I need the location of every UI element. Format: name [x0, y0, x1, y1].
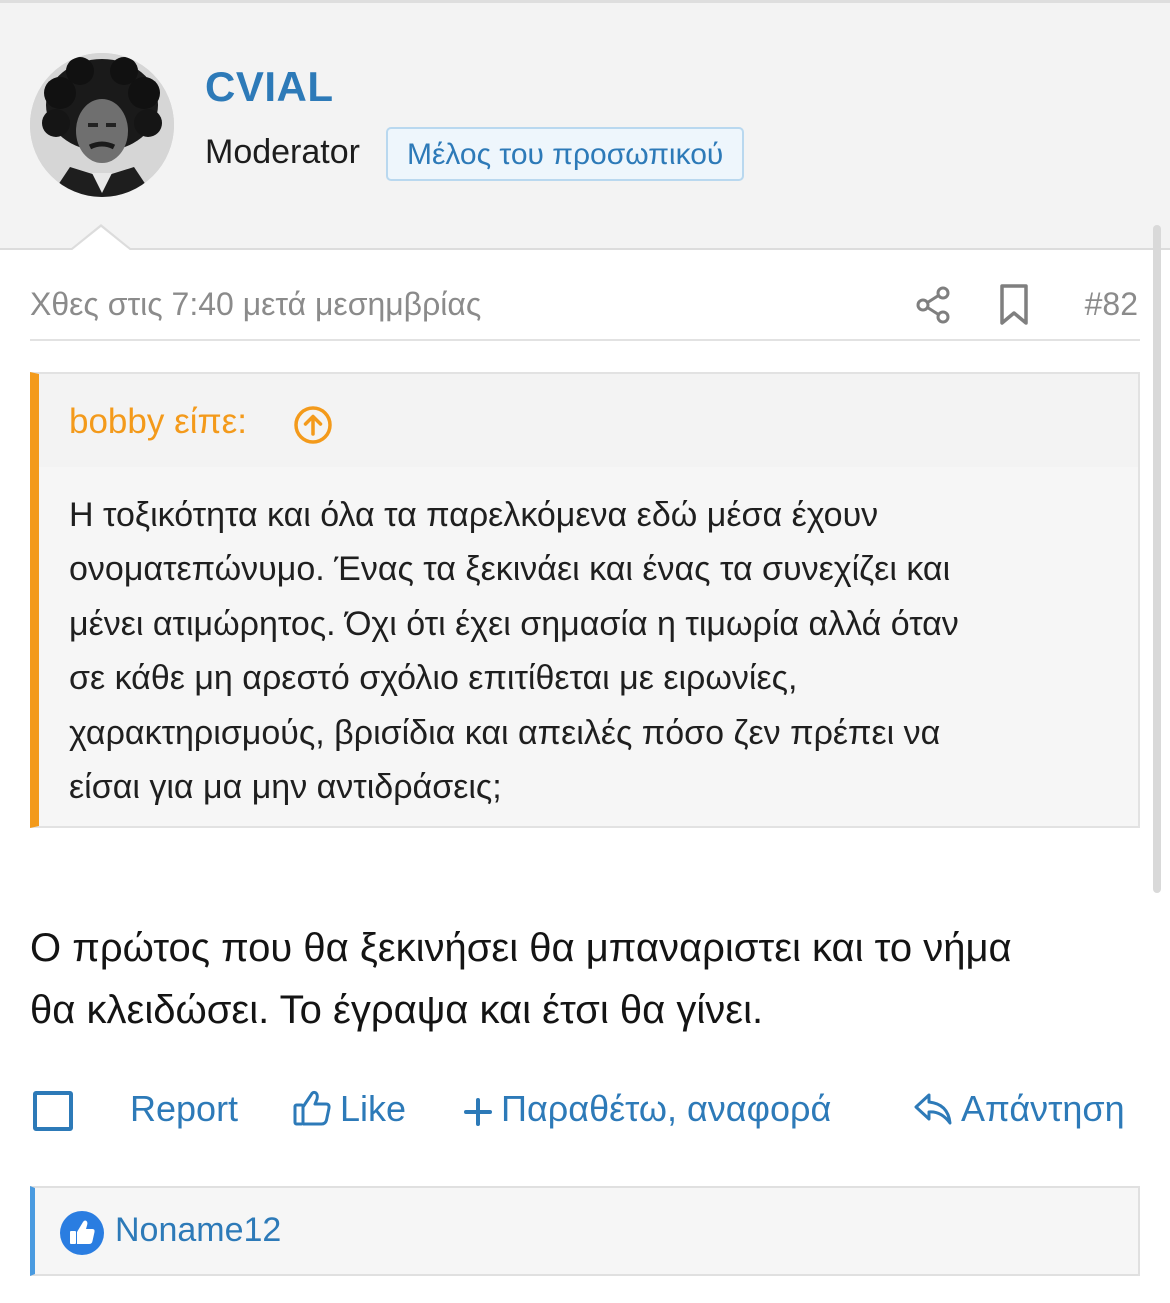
- quote-label: Παραθέτω, αναφορά: [501, 1088, 832, 1129]
- user-header: CVIAL Moderator Μέλος του προσωπικού: [0, 0, 1170, 250]
- quote-line: μένει ατιμώρητος. Όχι ότι έχει σημασία η…: [69, 604, 959, 643]
- header-pointer-fill: [71, 227, 131, 251]
- reply-arrow-icon: [914, 1093, 952, 1125]
- quote-reply-button[interactable]: Παραθέτω, αναφορά: [463, 1086, 831, 1132]
- post-body: Ο πρώτος που θα ξεκινήσει θα μπαναριστει…: [30, 917, 1150, 1041]
- quote-author[interactable]: bobby είπε:: [69, 402, 247, 442]
- quote-block: bobby είπε: Η τοξικότητα και όλα τα παρε…: [30, 372, 1140, 828]
- arrow-up-circle-icon[interactable]: [293, 405, 333, 445]
- thumbs-up-icon: [293, 1090, 331, 1126]
- report-label: Report: [130, 1088, 239, 1129]
- post-text-line: θα κλειδώσει. Το έγραψα και έτσι θα γίνε…: [30, 988, 764, 1032]
- plus-icon: [464, 1098, 492, 1126]
- quote-line: Η τοξικότητα και όλα τα παρελκόμενα εδώ …: [69, 496, 879, 534]
- page: CVIAL Moderator Μέλος του προσωπικού Χθε…: [0, 0, 1170, 1303]
- quote-header: bobby είπε:: [39, 374, 1138, 467]
- like-button[interactable]: Like: [292, 1086, 406, 1132]
- quote-line: σε κάθε μη αρεστό σχόλιο επιτίθεται με ε…: [69, 659, 798, 698]
- scrollbar[interactable]: [1153, 225, 1161, 893]
- quote-line: χαρακτηρισμούς, βρισίδια και απειλές πόσ…: [69, 713, 941, 752]
- reaction-user-link[interactable]: Noname12: [115, 1211, 281, 1250]
- post-text-line: Ο πρώτος που θα ξεκινήσει θα μπαναριστει…: [30, 926, 1012, 970]
- staff-badge: Μέλος του προσωπικού: [386, 127, 745, 181]
- report-button[interactable]: Report: [130, 1086, 238, 1132]
- user-role: Moderator: [205, 133, 360, 171]
- like-reaction-icon: [60, 1211, 104, 1255]
- select-post-checkbox[interactable]: [33, 1091, 73, 1131]
- avatar[interactable]: [30, 53, 174, 197]
- username-link[interactable]: CVIAL: [205, 63, 334, 111]
- like-label: Like: [340, 1088, 407, 1129]
- post-number-link[interactable]: #82: [1085, 286, 1138, 323]
- reply-label: Απάντηση: [961, 1088, 1125, 1129]
- quote-line: είσαι για μα μην αντιδράσεις;: [69, 768, 502, 807]
- quote-line: ονοματεπώνυμο. Ένας τα ξεκινάει και ένας…: [69, 550, 951, 589]
- quote-body: Η τοξικότητα και όλα τα παρελκόμενα εδώ …: [69, 488, 1134, 814]
- avatar-image: [30, 53, 174, 197]
- share-icon[interactable]: [914, 285, 954, 325]
- reactions-bar: Noname12: [30, 1186, 1140, 1276]
- reply-button[interactable]: Απάντηση: [913, 1086, 1125, 1132]
- post-date[interactable]: Χθες στις 7:40 μετά μεσημβρίας: [30, 286, 481, 323]
- meta-divider: [30, 339, 1140, 341]
- bookmark-icon[interactable]: [996, 283, 1032, 327]
